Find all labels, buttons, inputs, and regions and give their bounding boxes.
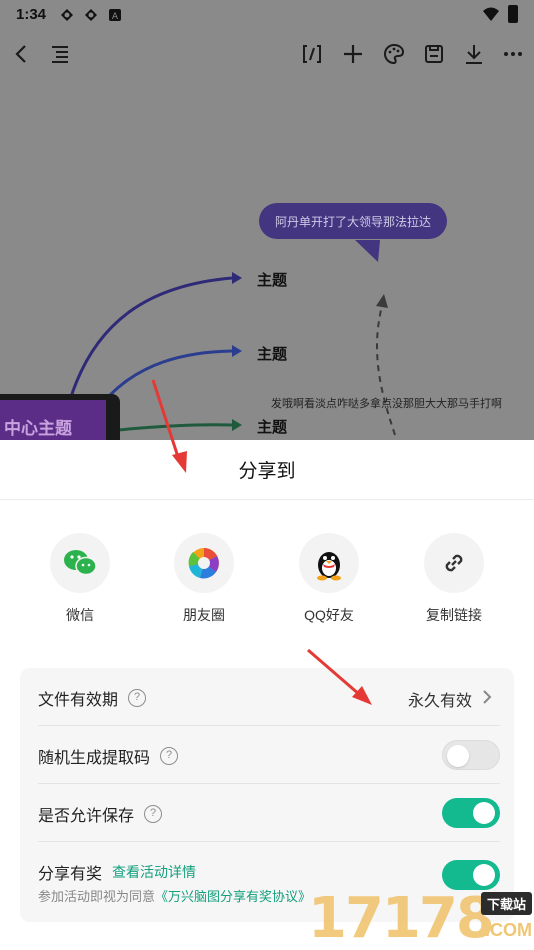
- share-label: QQ好友: [304, 607, 354, 623]
- random-code-toggle[interactable]: [442, 740, 500, 770]
- wifi-icon: [483, 7, 499, 21]
- chevron-left-icon: [15, 45, 26, 63]
- expiry-value: 永久有效: [407, 693, 472, 710]
- center-topic-label: 中心主题: [0, 400, 106, 444]
- share-sheet: 分享到 微信 朋友圈 QQ好友 复制链接 文件有效期 ? 永久有效 随机生成提取…: [0, 440, 534, 950]
- watermark-tag: 下载站: [480, 892, 532, 915]
- download-icon: [466, 45, 482, 64]
- expiry-row[interactable]: 文件有效期 ? 永久有效: [38, 668, 500, 726]
- share-label: 微信: [66, 607, 94, 623]
- outline-list-icon: [52, 46, 68, 63]
- more-dots-icon: [504, 52, 522, 56]
- app-notification-icon: A: [109, 9, 121, 22]
- format-button[interactable]: [298, 40, 326, 68]
- help-icon[interactable]: ?: [160, 747, 179, 765]
- share-label: 复制链接: [426, 607, 482, 623]
- moments-icon: [174, 533, 234, 593]
- share-reward-label: 分享有奖: [38, 866, 103, 883]
- callout-bubble[interactable]: 阿丹单开打了大领导那法拉达: [259, 203, 447, 239]
- topic-node[interactable]: 主题: [257, 343, 287, 364]
- plus-icon: [344, 45, 362, 63]
- status-time: 1:34: [16, 6, 47, 23]
- agreement-text: 参加活动即视为同意《万兴脑图分享有奖协议》: [38, 886, 311, 905]
- site-watermark: 17178 下载站 .COM: [308, 886, 534, 950]
- save-disk-icon: [425, 45, 443, 63]
- battery-icon: [508, 5, 518, 23]
- floating-note[interactable]: 发哦啊看淡点咋哒多拿点没那胆大大那马手打啊: [271, 395, 502, 411]
- palette-icon: [384, 43, 405, 65]
- app-notification-icon: [61, 9, 73, 21]
- qq-icon: [299, 533, 359, 593]
- watermark-domain: .COM: [485, 920, 532, 940]
- wechat-icon: [50, 533, 110, 593]
- share-settings-panel: 文件有效期 ? 永久有效 随机生成提取码 ? 是否允许保存 ? 分享有奖 查看活…: [20, 668, 514, 922]
- allow-save-toggle[interactable]: [442, 798, 500, 828]
- expiry-label: 文件有效期: [38, 692, 119, 709]
- toggle-knob: [473, 802, 495, 824]
- toggle-knob: [473, 864, 495, 886]
- random-code-label: 随机生成提取码: [38, 750, 151, 767]
- random-code-row: 随机生成提取码 ?: [38, 726, 500, 784]
- agreement-link[interactable]: 《万兴脑图分享有奖协议》: [155, 889, 311, 904]
- share-wechat[interactable]: 微信: [25, 533, 135, 625]
- add-node-button[interactable]: [339, 40, 367, 68]
- sheet-title: 分享到: [0, 440, 534, 500]
- share-copy-link[interactable]: 复制链接: [399, 533, 509, 625]
- share-label: 朋友圈: [183, 607, 225, 623]
- help-icon[interactable]: ?: [144, 805, 163, 823]
- mindmap-canvas: 1:34 A 阿丹单开打了大领导那法拉达 主题 主题 主题 发哦啊看淡点咋哒多拿…: [0, 0, 534, 450]
- allow-save-label: 是否允许保存: [38, 808, 135, 825]
- topic-node[interactable]: 主题: [257, 416, 287, 437]
- editor-toolbar: [0, 34, 534, 74]
- download-button[interactable]: [460, 40, 488, 68]
- theme-button[interactable]: [380, 40, 408, 68]
- share-moments[interactable]: 朋友圈: [149, 533, 259, 625]
- topic-node[interactable]: 主题: [257, 269, 287, 290]
- outline-button[interactable]: [46, 40, 74, 68]
- more-button[interactable]: [499, 40, 527, 68]
- chevron-right-icon: [483, 690, 492, 704]
- app-notification-icon: [85, 9, 97, 21]
- back-button[interactable]: [8, 40, 36, 68]
- share-targets: 微信 朋友圈 QQ好友 复制链接: [0, 533, 534, 633]
- screen: 1:34 A 阿丹单开打了大领导那法拉达 主题 主题 主题 发哦啊看淡点咋哒多拿…: [0, 0, 534, 950]
- toggle-knob: [447, 745, 469, 767]
- save-button[interactable]: [420, 40, 448, 68]
- status-bar: 1:34 A: [0, 0, 534, 30]
- svg-text:A: A: [112, 12, 119, 22]
- format-brackets-icon: [303, 45, 321, 63]
- share-qq[interactable]: QQ好友: [274, 533, 384, 625]
- help-icon[interactable]: ?: [128, 689, 147, 707]
- link-icon: [424, 533, 484, 593]
- agreement-prefix: 参加活动即视为同意: [38, 889, 156, 904]
- watermark-number: 17178: [308, 886, 495, 950]
- activity-details-link[interactable]: 查看活动详情: [112, 862, 196, 882]
- allow-save-row: 是否允许保存 ?: [38, 784, 500, 842]
